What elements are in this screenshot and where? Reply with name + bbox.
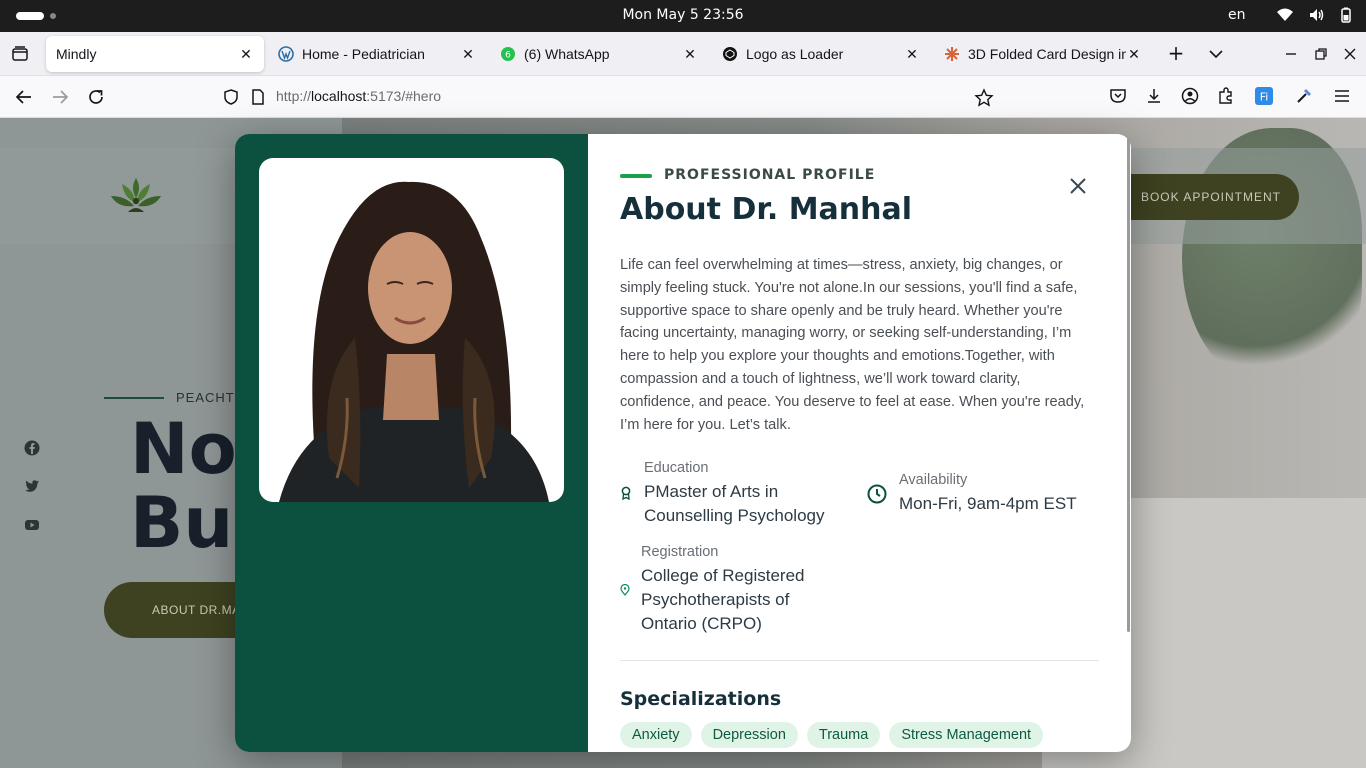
section-divider — [620, 660, 1099, 661]
battery-icon — [1341, 7, 1351, 23]
reload-icon[interactable] — [85, 86, 107, 108]
education-value: PMaster of Arts in Counselling Psycholog… — [644, 482, 825, 525]
specializations-tags: Anxiety Depression Trauma Stress Managem… — [620, 722, 1044, 748]
availability-label: Availability — [899, 472, 968, 488]
specialization-tag: Anxiety — [620, 722, 692, 748]
education-label: Education — [644, 460, 709, 476]
wifi-icon — [1277, 8, 1293, 21]
tab-whatsapp[interactable]: 6 (6) WhatsApp ✕ — [490, 36, 708, 72]
tab-pediatrician[interactable]: Home - Pediatrician ✕ — [268, 36, 486, 72]
kicker-accent-line — [620, 174, 652, 178]
specialization-tag: Trauma — [806, 722, 881, 748]
close-window-icon[interactable] — [1340, 44, 1360, 64]
tab-label: Mindly — [56, 46, 97, 62]
menu-icon[interactable] — [1332, 86, 1352, 106]
close-icon[interactable] — [1066, 174, 1090, 198]
navigation-toolbar: http://localhost:5173/#hero Fi — [0, 76, 1366, 118]
modal-kicker: PROFESSIONAL PROFILE — [664, 167, 876, 183]
svg-text:Fi: Fi — [1260, 91, 1269, 104]
close-tab-icon[interactable]: ✕ — [238, 46, 254, 62]
modal-scrollbar[interactable] — [1127, 138, 1130, 632]
shield-icon[interactable] — [222, 88, 240, 106]
url-path: :5173/#hero — [366, 88, 442, 104]
page-info-icon[interactable] — [250, 88, 266, 106]
youtube-icon[interactable] — [24, 517, 40, 533]
chevron-down-icon[interactable] — [1206, 44, 1226, 64]
specializations-title: Specializations — [620, 688, 782, 710]
location-pin-icon — [620, 584, 630, 596]
os-top-bar: Mon May 5 23:56 en — [0, 0, 1366, 32]
tab-label: (6) WhatsApp — [524, 46, 610, 62]
portrait-illustration — [279, 181, 549, 502]
twitter-icon[interactable] — [24, 478, 40, 494]
firefox-view-icon[interactable] — [10, 44, 30, 64]
tab-3d-card[interactable]: 3D Folded Card Design in ✕ — [934, 36, 1152, 72]
address-bar[interactable]: http://localhost:5173/#hero — [214, 80, 1004, 114]
volume-icon — [1310, 9, 1324, 21]
hero-kicker-line — [104, 397, 164, 399]
whatsapp-icon: 6 — [500, 46, 516, 62]
close-tab-icon[interactable]: ✕ — [682, 46, 698, 62]
specialization-tag: Stress Management — [889, 722, 1044, 748]
forward-arrow-icon[interactable] — [49, 86, 71, 108]
modal-bio: Life can feel overwhelming at times—stre… — [620, 257, 1085, 433]
url-host: localhost — [311, 88, 367, 104]
extensions-icon[interactable] — [1216, 86, 1236, 106]
specialization-tag: Depression — [700, 722, 798, 748]
claude-icon — [944, 46, 960, 62]
tab-label: Logo as Loader — [746, 46, 844, 62]
color-picker-icon[interactable] — [1294, 86, 1314, 106]
modal-title: About Dr. Manhal — [620, 192, 913, 227]
clock[interactable]: Mon May 5 23:56 — [0, 7, 1366, 23]
keyboard-language[interactable]: en — [1228, 7, 1246, 23]
download-icon[interactable] — [1144, 86, 1164, 106]
account-icon[interactable] — [1180, 86, 1200, 106]
close-tab-icon[interactable]: ✕ — [904, 46, 920, 62]
back-arrow-icon[interactable] — [13, 86, 35, 108]
profile-modal: PROFESSIONAL PROFILE About Dr. Manhal Li… — [235, 134, 1131, 752]
registration-label: Registration — [641, 544, 719, 560]
bookmark-star-icon[interactable] — [974, 88, 994, 108]
wordpress-icon — [278, 46, 294, 62]
hero-title: No Bu — [130, 408, 237, 564]
svg-text:6: 6 — [505, 51, 511, 61]
close-tab-icon[interactable]: ✕ — [1126, 46, 1142, 62]
close-tab-icon[interactable]: ✕ — [460, 46, 476, 62]
tab-strip: Mindly ✕ Home - Pediatrician ✕ 6 (6) Wha… — [0, 32, 1366, 76]
restore-icon[interactable] — [1311, 44, 1331, 64]
book-appointment-button[interactable]: BOOK APPOINTMENT — [1110, 174, 1299, 220]
registration-value: College of Registered Psychotherapists o… — [641, 566, 805, 633]
lotus-logo-icon[interactable] — [108, 174, 164, 220]
doctor-portrait — [259, 158, 564, 502]
tab-logo-loader[interactable]: Logo as Loader ✕ — [712, 36, 930, 72]
minimize-icon[interactable] — [1281, 44, 1301, 64]
codepen-icon — [722, 46, 738, 62]
tab-mindly[interactable]: Mindly ✕ — [46, 36, 264, 72]
tab-label: Home - Pediatrician — [302, 46, 425, 62]
award-icon — [621, 486, 631, 500]
pocket-icon[interactable] — [1108, 86, 1128, 106]
system-tray[interactable] — [1276, 7, 1352, 23]
modal-image-panel — [235, 134, 588, 752]
tab-label: 3D Folded Card Design in — [968, 46, 1126, 62]
url-text[interactable]: http://localhost:5173/#hero — [276, 88, 441, 104]
fi-extension-icon[interactable]: Fi — [1254, 86, 1274, 106]
new-tab-icon[interactable]: + — [1166, 43, 1186, 64]
modal-content: PROFESSIONAL PROFILE About Dr. Manhal Li… — [588, 134, 1131, 752]
facebook-icon[interactable] — [24, 440, 40, 456]
availability-value: Mon-Fri, 9am-4pm EST — [899, 494, 1077, 513]
clock-icon — [867, 484, 887, 504]
url-scheme: http:// — [276, 88, 312, 104]
